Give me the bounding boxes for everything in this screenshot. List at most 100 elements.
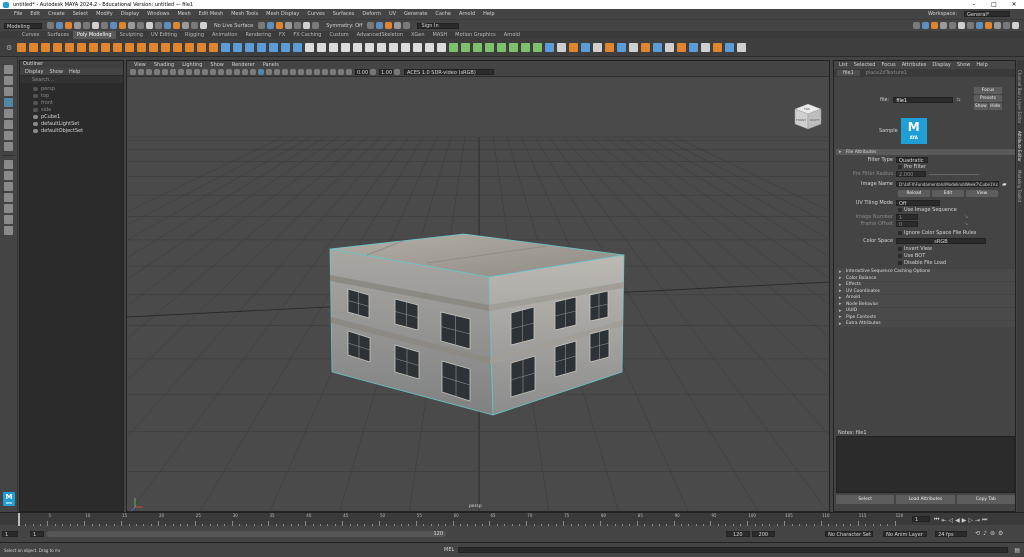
status-tool-7-icon[interactable]: [101, 22, 108, 29]
viewport-2d-pan-icon[interactable]: [162, 69, 168, 75]
shelf-disc-icon[interactable]: [88, 43, 98, 52]
status-tool-9-icon[interactable]: [119, 22, 126, 29]
shelf-hypershade-icon[interactable]: [676, 43, 686, 52]
shelf-tab-rendering[interactable]: Rendering: [242, 31, 276, 39]
shelf-light-icon[interactable]: [700, 43, 710, 52]
shelf-sphere-icon[interactable]: [16, 43, 26, 52]
shelf-target-weld-icon[interactable]: [340, 43, 350, 52]
ae-copy-tab-button[interactable]: Copy Tab: [956, 495, 1015, 504]
panel-toggle-7-icon[interactable]: [967, 22, 974, 29]
character-set-dropdown[interactable]: No Character Set: [825, 530, 874, 538]
shelf-combine-icon[interactable]: [220, 43, 230, 52]
ae-tab-file1[interactable]: file1: [837, 70, 860, 76]
shelf-torus-icon[interactable]: [64, 43, 74, 52]
ae-menu-selected[interactable]: Selected: [851, 62, 879, 68]
ae-section-uuid[interactable]: UUID: [836, 307, 1015, 314]
outliner-search-input[interactable]: Search...: [32, 77, 54, 83]
shelf-tab-custom[interactable]: Custom: [325, 31, 352, 39]
status-tool-13-icon[interactable]: [155, 22, 162, 29]
use-bot-checkbox[interactable]: [898, 254, 902, 258]
shelf-multi-cut-icon[interactable]: [328, 43, 338, 52]
shelf-attribute-spray-icon[interactable]: [724, 43, 734, 52]
outliner-search-bar[interactable]: Search...: [20, 76, 123, 83]
status-tool-18-icon[interactable]: [200, 22, 207, 29]
ae-focus-button[interactable]: Focus: [974, 87, 1002, 94]
two-view-side-tool-icon[interactable]: [4, 182, 13, 191]
status-tool-2-icon[interactable]: [56, 22, 63, 29]
menu-select[interactable]: Select: [69, 11, 92, 17]
shelf-triangulate-icon[interactable]: [424, 43, 434, 52]
scale-tool-icon[interactable]: [4, 120, 13, 129]
menu-cache[interactable]: Cache: [431, 11, 455, 17]
file-attributes-header[interactable]: File Attributes: [836, 149, 1015, 155]
shelf-pyramid-icon[interactable]: [112, 43, 122, 52]
menu-help[interactable]: Help: [479, 11, 498, 17]
shelf-reverse-normals-icon[interactable]: [592, 43, 602, 52]
outliner-item[interactable]: defaultObjectSet: [20, 127, 123, 134]
shelf-helix-icon[interactable]: [148, 43, 158, 52]
shelf-reduce-icon[interactable]: [448, 43, 458, 52]
shelf-tab-sculpting[interactable]: Sculpting: [116, 31, 147, 39]
outliner-menu-help[interactable]: Help: [66, 69, 83, 75]
status-tool-6-icon[interactable]: [92, 22, 99, 29]
status-tool-12-icon[interactable]: [146, 22, 153, 29]
ae-section-extra-attributes[interactable]: Extra Attributes: [836, 320, 1015, 327]
outliner-menu-show[interactable]: Show: [46, 69, 66, 75]
viewport-shadows-icon[interactable]: [274, 69, 280, 75]
shelf-insert-edge-loop-icon[interactable]: [364, 43, 374, 52]
frame-offset-field[interactable]: 0: [896, 221, 918, 228]
shelf-uv-editor-icon[interactable]: [532, 43, 542, 52]
viewport-isolate-select-icon[interactable]: [306, 69, 312, 75]
two-view-stack-tool-icon[interactable]: [4, 193, 13, 202]
viewport-backface-culling-icon[interactable]: [338, 69, 344, 75]
mel-command-input[interactable]: [458, 547, 1009, 553]
ae-show-button[interactable]: Show: [974, 103, 988, 110]
menu-deform[interactable]: Deform: [358, 11, 385, 17]
viewport-menu-show[interactable]: Show: [206, 62, 228, 68]
outliner-menu-display[interactable]: Display: [22, 69, 46, 75]
ae-section-effects[interactable]: Effects: [836, 281, 1015, 288]
side-tab-channel-box[interactable]: Channel Box / Layer Editor: [1017, 70, 1022, 123]
image-number-field[interactable]: 1: [896, 214, 918, 221]
shelf-camera-uv-icon[interactable]: [508, 43, 518, 52]
colorspace-dropdown[interactable]: ACES 1.0 SDR-video (sRGB): [404, 69, 494, 76]
shelf-merge-icon[interactable]: [412, 43, 422, 52]
exposure-icon[interactable]: [370, 69, 376, 75]
snap-tool-3-icon[interactable]: [276, 22, 284, 29]
shelf-center-pivot-icon[interactable]: [604, 43, 614, 52]
menu-arnold[interactable]: Arnold: [455, 11, 479, 17]
shelf-gear-icon[interactable]: ⚙: [6, 44, 12, 52]
snap-tool-1-icon[interactable]: [258, 22, 266, 29]
viewport-menu-shading[interactable]: Shading: [150, 62, 178, 68]
shelf-tab-rigging[interactable]: Rigging: [181, 31, 208, 39]
shelf-gear-icon[interactable]: [160, 43, 170, 52]
menu-curves[interactable]: Curves: [303, 11, 328, 17]
viewport-gate-mask-icon[interactable]: [202, 69, 208, 75]
single-view-tool-icon[interactable]: [4, 160, 13, 169]
ae-section-interactive-sequence-caching-options[interactable]: Interactive Sequence Caching Options: [836, 268, 1015, 275]
workspace-dropdown[interactable]: General*: [964, 11, 1010, 18]
ae-section-uv-coordinates[interactable]: UV Coordinates: [836, 288, 1015, 294]
auto-key-icon[interactable]: ⊚: [990, 530, 995, 537]
menu-display[interactable]: Display: [117, 11, 143, 17]
viewport-image-plane-icon[interactable]: [154, 69, 160, 75]
step-forward-icon[interactable]: ▷: [968, 517, 973, 524]
viewport-use-all-lights-icon[interactable]: [266, 69, 272, 75]
shelf-smooth-icon[interactable]: [244, 43, 254, 52]
shelf-sweep-mesh-icon[interactable]: [196, 43, 206, 52]
viewport-field-a[interactable]: 0.00: [355, 69, 369, 76]
ae-menu-display[interactable]: Display: [929, 62, 953, 68]
color-space-dropdown[interactable]: sRGB: [896, 237, 986, 245]
shelf-tab-uv-editing[interactable]: UV Editing: [147, 31, 181, 39]
shelf-tab-curves[interactable]: Curves: [18, 31, 43, 39]
shelf-tab-arnold[interactable]: Arnold: [500, 31, 524, 39]
shelf-tab-animation[interactable]: Animation: [208, 31, 242, 39]
panel-toggle-5-icon[interactable]: [949, 22, 956, 29]
viewport-field-b[interactable]: 1.00: [379, 69, 393, 76]
status-tool-16-icon[interactable]: [182, 22, 189, 29]
shelf-tab-surfaces[interactable]: Surfaces: [43, 31, 73, 39]
maximize-icon[interactable]: □: [984, 1, 1004, 8]
outliner-item[interactable]: pCube1: [20, 113, 123, 120]
viewport-xray-icon[interactable]: [314, 69, 320, 75]
shelf-collapse-icon[interactable]: [400, 43, 410, 52]
